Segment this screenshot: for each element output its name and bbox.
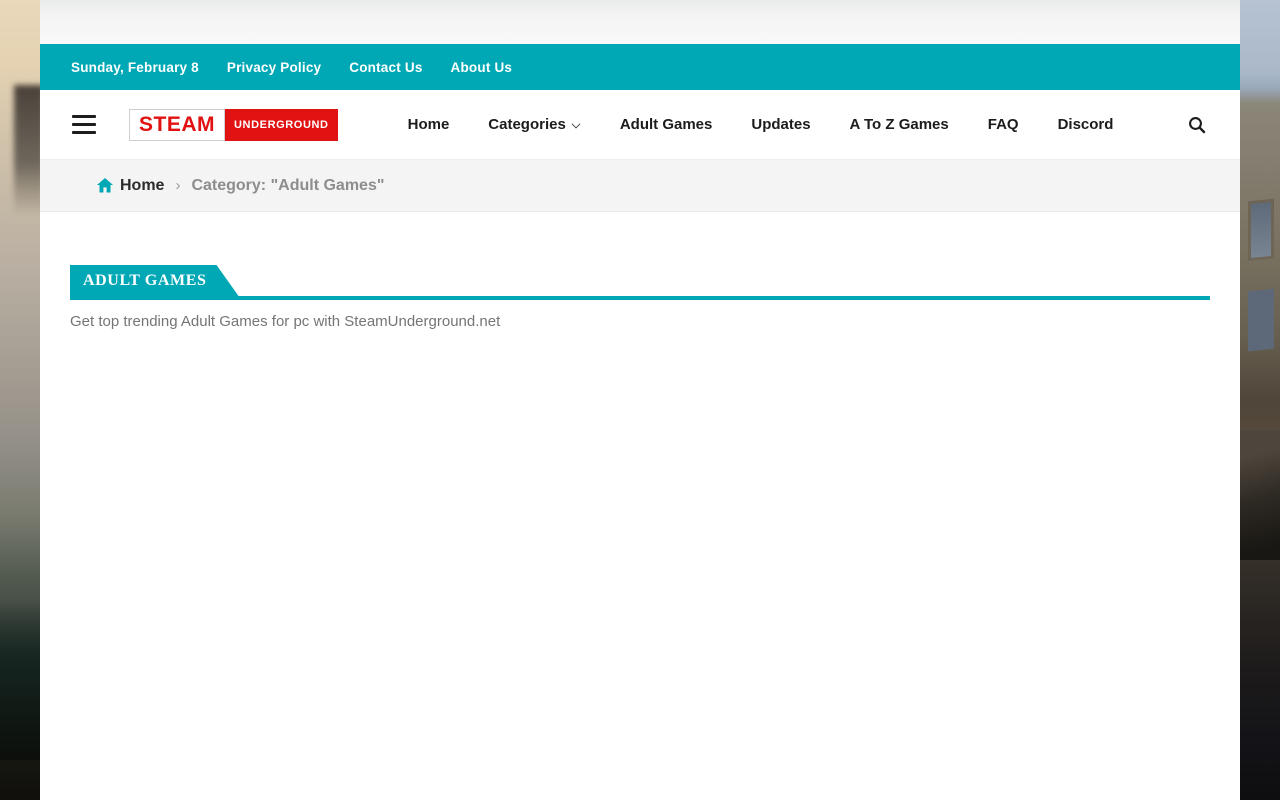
breadcrumb-home-link[interactable]: Home	[97, 177, 164, 195]
main-nav: Home Categories Adult Games Updates A To…	[408, 116, 1114, 133]
background-art-left	[0, 0, 40, 800]
breadcrumb: Home › Category: "Adult Games"	[40, 160, 1240, 212]
background-art-right	[1240, 0, 1280, 800]
nav-item-discord[interactable]: Discord	[1058, 116, 1114, 133]
breadcrumb-separator: ›	[175, 177, 180, 194]
nav-item-faq[interactable]: FAQ	[988, 116, 1019, 133]
top-margin-area	[40, 0, 1240, 44]
breadcrumb-current-page: Category: "Adult Games"	[191, 177, 384, 195]
topbar-link-contact-us[interactable]: Contact Us	[349, 60, 422, 75]
logo-underground-text: UNDERGROUND	[225, 109, 338, 141]
main-header: STEAM UNDERGROUND Home Categories Adult …	[40, 90, 1240, 160]
nav-item-categories-label: Categories	[488, 116, 566, 133]
breadcrumb-home-label: Home	[120, 177, 164, 195]
category-title-badge: ADULT GAMES	[70, 265, 239, 296]
topbar-link-about-us[interactable]: About Us	[451, 60, 513, 75]
nav-item-categories[interactable]: Categories	[488, 116, 581, 133]
nav-item-home[interactable]: Home	[408, 116, 450, 133]
site-logo[interactable]: STEAM UNDERGROUND	[129, 109, 338, 141]
category-section-header: ADULT GAMES	[70, 265, 1210, 300]
nav-item-a-to-z-games[interactable]: A To Z Games	[850, 116, 949, 133]
home-icon	[97, 178, 113, 193]
main-content: ADULT GAMES Get top trending Adult Games…	[40, 212, 1240, 800]
category-title-underline	[70, 296, 1210, 300]
search-icon[interactable]	[1184, 112, 1210, 138]
category-description: Get top trending Adult Games for pc with…	[70, 313, 1210, 330]
logo-steam-text: STEAM	[129, 109, 225, 141]
chevron-down-icon	[572, 118, 581, 127]
nav-item-adult-games[interactable]: Adult Games	[620, 116, 713, 133]
nav-item-updates[interactable]: Updates	[751, 116, 810, 133]
topbar-link-privacy-policy[interactable]: Privacy Policy	[227, 60, 321, 75]
topbar: Sunday, February 8 Privacy Policy Contac…	[40, 44, 1240, 90]
hamburger-menu-icon[interactable]	[72, 115, 96, 134]
date-text: Sunday, February 8	[71, 60, 199, 75]
page-container: Sunday, February 8 Privacy Policy Contac…	[40, 0, 1240, 800]
